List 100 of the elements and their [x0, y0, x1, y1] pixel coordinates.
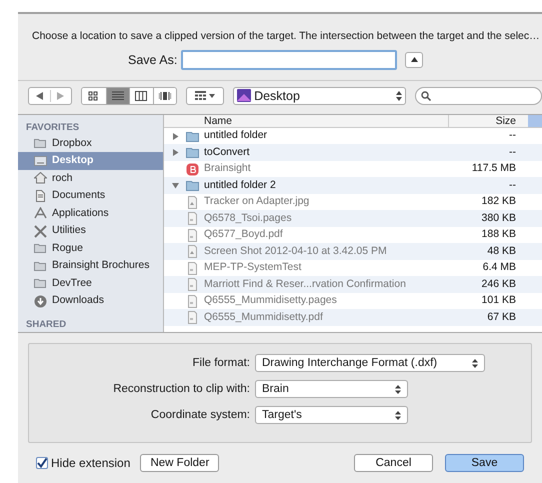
file-size: 246 KB [480, 276, 517, 292]
save-as-label: Save As: [128, 52, 178, 69]
file-name: Q6578_Tsoi.pages [204, 210, 293, 226]
file-row[interactable]: untitled folder -- [164, 128, 542, 144]
folder-icon [34, 277, 47, 290]
file-name: Marriott Find & Reser...rvation Confirmation [204, 276, 407, 292]
sidebar-item[interactable]: Documents [18, 187, 163, 205]
document-icon [186, 262, 199, 275]
sidebar-item[interactable]: Rogue [18, 240, 163, 258]
columns-view-icon [135, 90, 148, 101]
sidebar-item[interactable]: DevTree [18, 274, 163, 292]
file-row[interactable]: Brainsight 117.5 MB [164, 160, 542, 178]
dialog-button[interactable]: New Folder [140, 454, 220, 472]
file-name: MEP-TP-SystemTest [204, 260, 302, 276]
option-label: Reconstruction to clip with: [112, 382, 251, 397]
view-mode-control[interactable] [81, 86, 178, 105]
sidebar-item[interactable]: roch [18, 170, 163, 188]
file-row[interactable]: Tracker on Adapter.jpg 182 KB [164, 194, 542, 210]
sidebar-item[interactable]: Dropbox [18, 134, 163, 152]
grid-icon [195, 91, 206, 100]
sidebar-item[interactable]: Brainsight Brochures [18, 257, 163, 275]
option-dropdown[interactable]: Target's [255, 406, 408, 424]
disclosure-triangle-icon[interactable] [172, 132, 178, 140]
up-triangle-icon [410, 57, 418, 62]
option-dropdown[interactable]: Brain [255, 380, 408, 398]
caret-icon [209, 94, 216, 98]
file-size: 48 KB [486, 244, 517, 259]
desktop-icon [34, 154, 47, 168]
file-size: -- [508, 144, 517, 160]
dialog-message: Choose a location to save a clipped version of the target. The intersection between the target and the selec… [32, 30, 540, 42]
folder-icon [186, 179, 199, 192]
option-label: Coordinate system: [150, 408, 251, 423]
file-name: toConvert [204, 144, 251, 160]
search-icon [420, 90, 430, 101]
save-button[interactable]: Save [445, 454, 524, 472]
search-field[interactable] [414, 86, 542, 105]
icons-view-icon [88, 90, 100, 101]
view-mode-button[interactable] [106, 88, 130, 104]
folder-icon [186, 130, 199, 143]
file-size: 67 KB [486, 310, 517, 325]
file-name: Tracker on Adapter.jpg [204, 194, 310, 210]
image-file-icon [186, 196, 199, 209]
folder-icon [34, 260, 47, 273]
file-name: Q6555_Mummidisetty.pdf [204, 310, 324, 325]
file-name: untitled folder [204, 128, 268, 144]
file-name: Brainsight [204, 161, 252, 176]
sidebar-item[interactable]: Downloads [18, 292, 163, 310]
back-icon[interactable] [36, 92, 43, 100]
coverflow-view-icon [158, 90, 171, 101]
header-corner [528, 114, 542, 127]
file-row[interactable]: toConvert -- [164, 144, 542, 161]
app-icon [186, 162, 199, 176]
expand-button[interactable] [405, 52, 424, 68]
home-icon [34, 172, 47, 186]
option-dropdown[interactable]: Drawing Interchange Format (.dxf) [255, 354, 485, 372]
file-size: -- [508, 128, 517, 144]
list-view-icon [112, 90, 124, 101]
sidebar-item[interactable]: Utilities [18, 222, 163, 240]
document-icon [186, 228, 199, 242]
file-row[interactable]: Q6577_Boyd.pdf 188 KB [164, 226, 542, 244]
hide-extension-checkbox[interactable] [36, 457, 48, 470]
file-row[interactable]: MEP-TP-SystemTest 6.4 MB [164, 260, 542, 276]
view-mode-button[interactable] [152, 88, 176, 104]
checkmark-icon [37, 458, 47, 468]
file-row[interactable]: Screen Shot 2012-04-10 at 3.42.05 PM 48 KB [164, 243, 542, 260]
file-size: 6.4 MB [482, 260, 517, 276]
file-size: 117.5 MB [470, 161, 517, 176]
disclosure-triangle-icon[interactable] [172, 149, 178, 156]
folder-icon [34, 137, 47, 150]
save-as-field[interactable] [181, 50, 398, 70]
disclosure-triangle-icon[interactable] [172, 182, 178, 190]
option-label: File format: [191, 356, 251, 371]
file-row[interactable]: untitled folder 2 -- [164, 177, 542, 194]
hide-extension-label[interactable]: Hide extension [51, 454, 130, 472]
downloads-icon [34, 294, 47, 308]
location-dropdown[interactable]: Desktop [233, 86, 406, 105]
folder-icon [186, 146, 199, 160]
file-row[interactable]: Q6578_Tsoi.pages 380 KB [164, 210, 542, 227]
folder-icon [34, 242, 47, 256]
file-name: untitled folder 2 [204, 178, 277, 193]
file-row[interactable]: Marriott Find & Reser...rvation Confirmation 246 KB [164, 276, 542, 293]
sidebar-item[interactable]: Applications [18, 204, 163, 222]
back-forward-control[interactable] [28, 86, 72, 105]
file-size: 101 KB [480, 293, 517, 308]
sidebar-section-title: FAVORITES [25, 120, 80, 135]
document-icon [186, 311, 199, 324]
applications-icon [34, 207, 47, 220]
document-icon [186, 212, 199, 226]
file-row[interactable]: Q6555_Mummidisetty.pdf 67 KB [164, 309, 542, 326]
document-icon [186, 294, 199, 308]
file-size: 380 KB [480, 210, 517, 226]
arrange-button[interactable] [186, 86, 224, 105]
column-header[interactable]: Name [164, 114, 448, 127]
file-name: Screen Shot 2012-04-10 at 3.42.05 PM [204, 244, 388, 259]
stepper-icon [396, 90, 402, 101]
stepper-icon [395, 384, 401, 394]
file-row[interactable]: Q6555_Mummidisetty.pages 101 KB [164, 292, 542, 310]
dialog-button[interactable]: Cancel [354, 454, 433, 472]
file-name: Q6555_Mummidisetty.pages [204, 293, 338, 308]
file-size: 188 KB [480, 227, 517, 242]
